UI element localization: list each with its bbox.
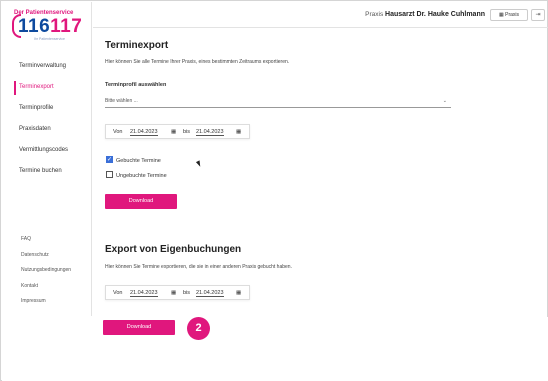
praxis-button[interactable]: ▦ Praxis — [490, 9, 528, 21]
page-title: Terminexport — [105, 40, 169, 51]
to-label: bis — [183, 129, 191, 135]
footer-link-nutzungsbedingungen[interactable]: Nutzungsbedingungen — [2, 267, 92, 283]
checkbox-empty-icon — [106, 171, 113, 178]
calendar-icon[interactable]: ▦ — [171, 129, 176, 135]
from-label: Von — [113, 290, 123, 296]
sidebar-item-terminverwaltung[interactable]: Terminverwaltung — [2, 60, 92, 81]
footer-link-datenschutz[interactable]: Datenschutz — [2, 252, 92, 268]
logout-button[interactable]: ⇥ — [531, 9, 545, 21]
bottom-area — [2, 317, 548, 381]
download-eigenbuchungen-button[interactable]: Download — [103, 320, 175, 335]
profile-select[interactable]: Bitte wählen ... ⌄ — [105, 95, 451, 108]
sidebar-item-vermittlungscodes[interactable]: Vermittlungscodes — [2, 144, 92, 165]
to-date-input[interactable]: 21.04.2023 — [196, 129, 224, 136]
sidebar-item-terminprofile[interactable]: Terminprofile — [2, 102, 92, 123]
eigenbuchungen-description: Hier können Sie Termine exportieren, die… — [105, 264, 292, 270]
app-window: Der Patientenservice 116117 Ihr Patiente… — [0, 0, 548, 381]
sidebar: Der Patientenservice 116117 Ihr Patiente… — [2, 2, 92, 316]
practice-name: Praxis Hausarzt Dr. Hauke Cuhlmann — [365, 11, 485, 18]
from-date-input[interactable]: 21.04.2023 — [130, 290, 158, 297]
mouse-cursor-icon — [195, 160, 203, 168]
logo-subtitle: Ihr Patientenservice — [34, 37, 65, 41]
building-icon: ▦ — [498, 12, 504, 18]
checkmark-icon: ✓ — [106, 156, 113, 163]
sidebar-item-termine-buchen[interactable]: Termine buchen — [2, 165, 92, 186]
checkbox-booked[interactable]: ✓ Gebuchte Termine — [106, 156, 161, 164]
calendar-icon[interactable]: ▦ — [236, 290, 241, 296]
to-label: bis — [183, 290, 191, 296]
from-label: Von — [113, 129, 123, 135]
from-date-input[interactable]: 21.04.2023 — [130, 129, 158, 136]
footer-link-kontakt[interactable]: Kontakt — [2, 283, 92, 299]
download-button[interactable]: Download — [105, 194, 177, 209]
sidebar-footer: FAQ Datenschutz Nutzungsbedingungen Kont… — [2, 236, 92, 314]
step-badge: 2 — [187, 317, 210, 340]
footer-link-impressum[interactable]: Impressum — [2, 298, 92, 314]
date-range: Von 21.04.2023 ▦ bis 21.04.2023 ▦ — [105, 124, 250, 139]
sidebar-item-terminexport[interactable]: Terminexport — [2, 81, 92, 102]
sidebar-nav: Terminverwaltung Terminexport Terminprof… — [2, 60, 92, 186]
export-description: Hier können Sie alle Termine Ihrer Praxi… — [105, 59, 290, 65]
checkbox-unbooked[interactable]: Ungebuchte Termine — [106, 171, 167, 179]
footer-link-faq[interactable]: FAQ — [2, 236, 92, 252]
to-date-input[interactable]: 21.04.2023 — [196, 290, 224, 297]
date-range-eigenbuchungen: Von 21.04.2023 ▦ bis 21.04.2023 ▦ — [105, 285, 250, 300]
sidebar-item-praxisdaten[interactable]: Praxisdaten — [2, 123, 92, 144]
logout-icon: ⇥ — [535, 12, 541, 18]
calendar-icon[interactable]: ▦ — [171, 290, 176, 296]
calendar-icon[interactable]: ▦ — [236, 129, 241, 135]
top-bar: Praxis Hausarzt Dr. Hauke Cuhlmann ▦ Pra… — [93, 2, 548, 28]
logo-number: 116117 — [18, 16, 83, 37]
profile-label: Terminprofil auswählen — [105, 82, 167, 88]
logo[interactable]: Der Patientenservice 116117 Ihr Patiente… — [12, 10, 88, 44]
chevron-down-icon: ⌄ — [442, 98, 447, 104]
section-title-eigenbuchungen: Export von Eigenbuchungen — [105, 244, 242, 255]
